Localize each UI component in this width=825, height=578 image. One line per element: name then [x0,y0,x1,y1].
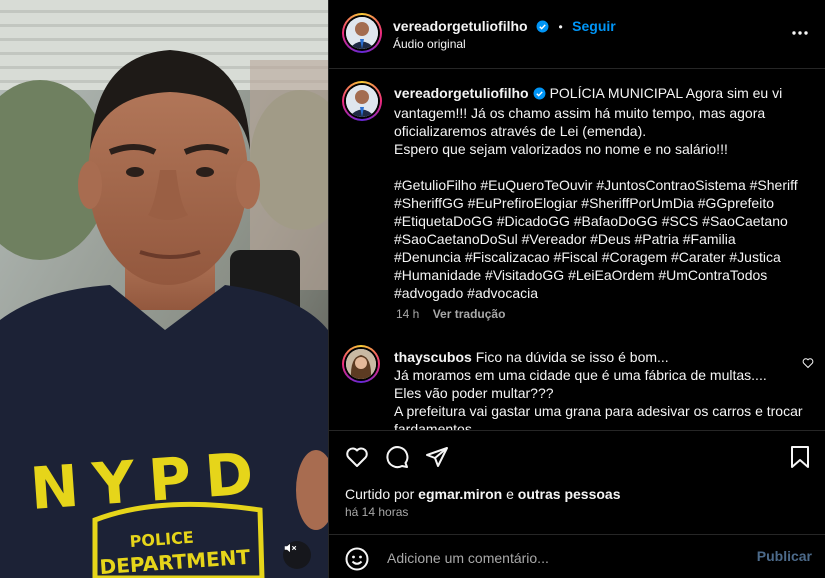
translate-link[interactable]: Ver tradução [433,307,506,321]
avatar-image [346,85,378,117]
caption-username[interactable]: vereadorgetuliofilho [394,85,529,101]
likes-summary[interactable]: Curtido por egmar.miron e outras pessoas [345,486,620,502]
likes-conj: e [506,486,514,502]
post-caption: vereadorgetuliofilho POLÍCIA MUNICIPAL Ag… [394,84,804,302]
verified-badge-icon [533,86,546,104]
publish-button[interactable]: Publicar [757,548,812,564]
comment-input[interactable] [385,546,749,570]
post-video[interactable]: NYPD POLICE DEPARTMENT [0,0,328,578]
likes-prefix: Curtido por [345,486,415,502]
author-username[interactable]: vereadorgetuliofilho [393,18,528,34]
caption-text: POLÍCIA MUNICIPAL Agora sim eu vi vantag… [394,85,798,301]
heart-icon[interactable] [345,445,369,474]
verified-badge-icon [536,20,549,38]
follow-button[interactable]: Seguir [572,18,616,34]
avatar-image [346,17,378,49]
likes-others[interactable]: outras pessoas [518,486,621,502]
author-avatar[interactable] [342,13,382,53]
caption-avatar[interactable] [342,81,382,121]
commenter-avatar[interactable] [342,345,380,383]
caption-age: 14 h [396,307,420,321]
comment-icon[interactable] [385,445,409,474]
add-comment-bar: Publicar [329,534,825,578]
comments-area[interactable]: vereadorgetuliofilho POLÍCIA MUNICIPAL Ag… [329,69,825,430]
more-options-icon[interactable] [792,22,808,49]
likes-user[interactable]: egmar.miron [418,486,502,502]
avatar-image [346,349,376,379]
comment-username[interactable]: thayscubos [394,349,472,365]
share-icon[interactable] [425,445,449,474]
post-header: vereadorgetuliofilho • Seguir Áudio orig… [329,0,825,69]
video-frame: NYPD POLICE DEPARTMENT [0,0,328,578]
emoji-icon[interactable] [345,547,369,576]
bookmark-icon[interactable] [789,445,811,474]
post-time: há 14 horas [345,505,409,519]
audio-label[interactable]: Áudio original [393,37,466,51]
mute-button[interactable] [283,541,311,569]
header-separator: • [558,20,563,34]
action-bar [329,430,825,480]
post-details-panel: vereadorgetuliofilho • Seguir Áudio orig… [328,0,825,578]
caption-meta: 14 h Ver tradução [396,307,515,321]
comment-like-icon[interactable] [802,356,814,374]
comment-item: thayscubos Fico na dúvida se isso é bom.… [394,348,804,430]
